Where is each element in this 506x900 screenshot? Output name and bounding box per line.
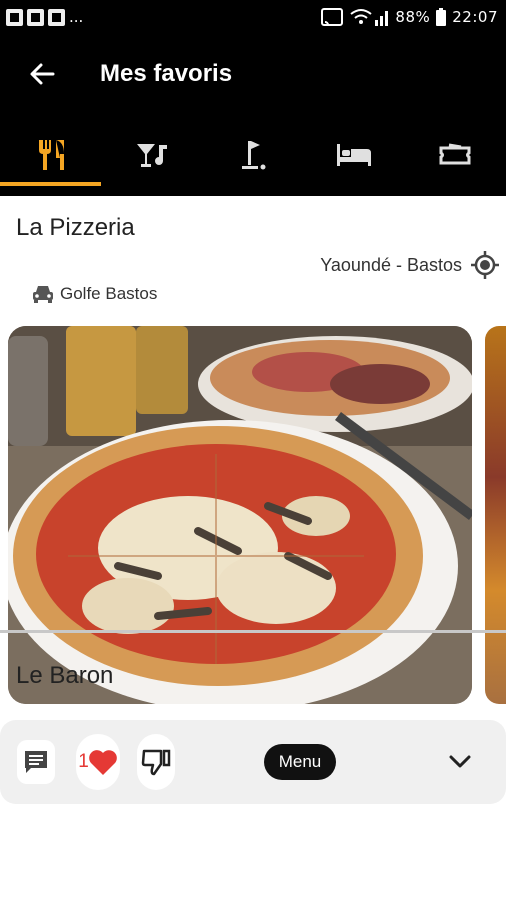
tab-golf[interactable] (202, 114, 303, 196)
thumbs-down-icon (141, 749, 171, 776)
like-button[interactable]: 1 (76, 734, 120, 790)
tab-restaurants[interactable] (0, 114, 102, 196)
clock: 22:07 (452, 8, 498, 26)
heart-icon (88, 750, 117, 775)
place-location: Yaoundé - Bastos (320, 250, 500, 280)
flipboard-icon (48, 8, 65, 26)
gps-location-icon[interactable] (470, 250, 500, 280)
nearby-landmark: Golfe Bastos (32, 284, 157, 304)
battery-percent: 88% (395, 8, 431, 26)
flipboard-icon (27, 8, 44, 26)
battery-icon (436, 8, 447, 26)
card-divider (0, 630, 506, 633)
tab-events[interactable] (405, 114, 506, 196)
hotel-bed-icon (337, 144, 372, 166)
app-bar: Mes favoris (0, 34, 506, 114)
chevron-down-icon (449, 755, 471, 768)
more-notifications-indicator: ... (69, 8, 84, 26)
next-photo-preview[interactable] (485, 326, 506, 704)
action-bar: 1 Menu (0, 720, 506, 804)
place-name[interactable]: Le Baron (16, 662, 113, 690)
status-bar: ... 88% 22:07 (0, 0, 506, 34)
expand-button[interactable] (440, 742, 480, 782)
notification-icons: ... (6, 8, 83, 26)
place-name: La Pizzeria (16, 214, 135, 241)
tab-bars[interactable] (101, 114, 202, 196)
bar-music-icon (136, 144, 167, 167)
restaurant-icon (38, 140, 64, 170)
photo-gallery[interactable] (8, 326, 506, 704)
menu-button[interactable]: Menu (264, 744, 336, 780)
car-icon (33, 286, 53, 303)
notification-icon (6, 8, 23, 26)
nearby-label: Golfe Bastos (60, 284, 158, 303)
golf-icon (242, 141, 266, 170)
arrow-left-icon (30, 63, 55, 85)
tab-hotels[interactable] (304, 114, 405, 196)
wifi-signal-icon (350, 9, 389, 26)
location-label: Yaoundé - Bastos (320, 254, 462, 275)
system-indicators: 88% 22:07 (321, 8, 498, 26)
cast-icon (321, 8, 344, 26)
page-title: Mes favoris (100, 60, 233, 87)
ticket-icon (439, 143, 471, 165)
comment-button[interactable] (17, 740, 55, 784)
comment-icon (25, 751, 47, 773)
category-tabs (0, 114, 506, 196)
pizza-image (8, 326, 472, 704)
back-button[interactable] (22, 54, 62, 94)
dislike-button[interactable] (137, 734, 175, 790)
pizza-photo[interactable] (8, 326, 472, 704)
